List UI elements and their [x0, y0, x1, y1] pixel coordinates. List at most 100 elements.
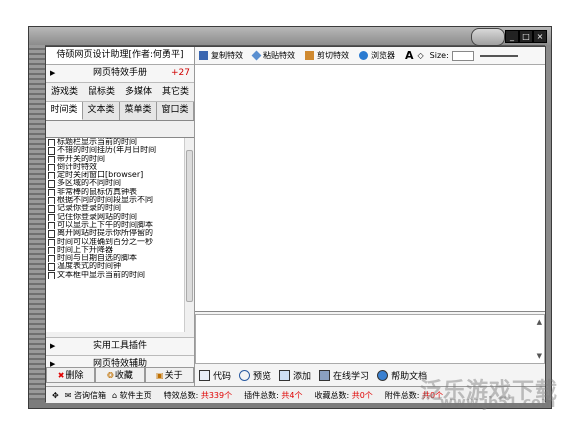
list-item[interactable]: 不错的时间挂历(年月日时间	[48, 146, 184, 155]
list-items: 标题栏显示当前的时间 不错的时间挂历(年月日时间 带开关的时间 倒计时特效 定时关闭窗口…	[48, 138, 184, 280]
list-item[interactable]: 时间与日期自选的脚本	[48, 254, 184, 263]
browser-icon	[359, 51, 368, 60]
document-icon	[48, 172, 55, 180]
cut-effect-button[interactable]: 剪切特效	[305, 50, 349, 61]
tab-menu[interactable]: 菜单类	[120, 102, 157, 120]
list-item-label: 时间上下升降器	[57, 245, 113, 254]
list-item-label: 标题栏显示当前的时间	[57, 138, 137, 146]
browser-button[interactable]: 浏览器	[359, 50, 395, 61]
list-scrollbar[interactable]	[184, 138, 194, 332]
mail-label: 咨询信箱	[73, 390, 106, 400]
tab-add[interactable]: 添加	[279, 369, 311, 382]
minimize-button[interactable]: _	[505, 30, 519, 43]
list-item[interactable]: 非常棒的鼠标仿真钟表	[48, 188, 184, 197]
document-icon	[48, 221, 55, 230]
client-area: 侍硕网页设计助理[作者:何勇平] ▶ 网页特效手册 +27 游戏类 鼠标类 多媒…	[45, 46, 546, 403]
close-button[interactable]: ×	[533, 30, 547, 43]
list-item[interactable]: 温度表式的时间钟	[48, 262, 184, 271]
section-tools[interactable]: ▶ 实用工具插件	[46, 337, 194, 356]
list-item-label: 多区域的不同时间	[57, 179, 121, 188]
list-item[interactable]: 根据不同的时间段显示不同	[48, 196, 184, 205]
list-item-label: 时间可以准确到百分之一秒	[57, 237, 153, 246]
window-left-frame	[29, 45, 45, 408]
category-other[interactable]: 其它类	[162, 83, 189, 101]
list-item[interactable]: 文本框中显示当前的时间	[48, 271, 184, 280]
learn-icon	[319, 370, 331, 381]
window-logo-icon	[471, 28, 505, 46]
document-icon	[48, 147, 55, 155]
home-label: 软件主页	[119, 390, 152, 400]
list-item[interactable]: 定时关闭窗口[browser]	[48, 171, 184, 180]
document-icon	[48, 163, 55, 172]
list-item[interactable]: 离开网站时提示你所停留的	[48, 229, 184, 238]
list-item-label: 根据不同的时间段显示不同	[57, 196, 153, 205]
list-item-label: 记住你登录网站的时间	[57, 212, 137, 221]
list-item-label: 离开网站时提示你所停留的	[57, 229, 153, 238]
document-icon	[48, 271, 55, 280]
document-icon	[48, 180, 55, 188]
list-item-label: 可以显示上下午的时间脚本	[57, 220, 153, 229]
list-item[interactable]: 倒计时特效	[48, 163, 184, 172]
scroll-down-icon[interactable]: ▼	[537, 352, 542, 360]
paste-icon	[251, 50, 262, 61]
eraser-icon[interactable]: ◇	[418, 51, 424, 60]
list-item-label: 定时关闭窗口[browser]	[57, 171, 144, 180]
output-pane[interactable]: ▲ ▼	[195, 314, 545, 364]
list-item[interactable]: 带开关的时间	[48, 155, 184, 163]
cut-label: 剪切特效	[317, 51, 349, 60]
scroll-up-icon[interactable]: ▲	[537, 318, 542, 326]
list-item[interactable]: 记住你登录网站的时间	[48, 213, 184, 221]
delete-button[interactable]: ✖删除	[46, 367, 96, 383]
list-item[interactable]: 时间可以准确到百分之一秒	[48, 238, 184, 246]
size-input[interactable]	[451, 50, 474, 61]
effects-total: 特效总数: 共339个	[164, 390, 233, 401]
category-tabs: 时间类 文本类 菜单类 窗口类	[46, 102, 194, 121]
category-game[interactable]: 游戏类	[51, 83, 78, 101]
tab-learn-online[interactable]: 在线学习	[319, 369, 369, 382]
document-icon	[48, 139, 55, 147]
tab-code[interactable]: 代码	[199, 369, 231, 382]
list-item[interactable]: 记录你登录的时间	[48, 204, 184, 213]
list-item[interactable]: 时间上下升降器	[48, 245, 184, 255]
title-bar[interactable]: _ □ ×	[29, 27, 551, 46]
list-item-label: 时间与日期自选的脚本	[57, 254, 137, 263]
attachments-total-label: 附件总数:	[384, 390, 420, 400]
category-media[interactable]: 多媒体	[125, 83, 152, 101]
tab-preview[interactable]: 预览	[239, 369, 271, 382]
tab-window[interactable]: 窗口类	[157, 102, 194, 120]
font-button[interactable]: A	[405, 49, 414, 62]
tab-text[interactable]: 文本类	[83, 102, 120, 120]
document-icon	[48, 255, 55, 263]
tab-time[interactable]: 时间类	[46, 102, 83, 120]
size-label: Size:	[429, 51, 449, 60]
help-icon	[377, 370, 389, 381]
size-slider[interactable]	[479, 54, 518, 57]
list-item[interactable]: 多区域的不同时间	[48, 179, 184, 188]
scrollbar-thumb[interactable]	[186, 150, 193, 302]
delete-label: 删除	[65, 371, 84, 381]
document-icon	[48, 205, 55, 213]
section-effects-manual[interactable]: ▶ 网页特效手册 +27	[46, 65, 194, 83]
code-editor[interactable]	[195, 65, 545, 312]
favorite-button[interactable]: ❂收藏	[95, 367, 145, 383]
effects-toolbar: 复制特效 粘贴特效 剪切特效 浏览器 A ◇ Size:	[195, 47, 545, 65]
maximize-button[interactable]: □	[519, 30, 533, 43]
list-item-label: 带开关的时间	[57, 154, 105, 163]
category-mouse[interactable]: 鼠标类	[88, 83, 115, 101]
list-item-label: 温度表式的时间钟	[57, 262, 121, 271]
about-button[interactable]: ▣关于	[144, 367, 194, 383]
magnifier-icon	[239, 370, 251, 381]
paste-effect-button[interactable]: 粘贴特效	[251, 50, 295, 61]
favorites-total: 收藏总数: 共0个	[314, 390, 372, 401]
copy-effect-button[interactable]: 复制特效	[199, 50, 243, 61]
code-icon	[199, 370, 210, 381]
document-icon	[48, 188, 55, 197]
document-icon	[48, 213, 55, 221]
list-item[interactable]: 标题栏显示当前的时间	[48, 138, 184, 147]
home-link[interactable]: ⌂ 软件主页	[112, 390, 152, 401]
triangle-right-icon: ▶	[50, 342, 56, 350]
site-watermark-url: www.jb51.com	[440, 395, 556, 411]
mail-link[interactable]: ✉ 咨询信箱	[65, 390, 106, 401]
list-item[interactable]: 可以显示上下午的时间脚本	[48, 220, 184, 230]
panel-title: 侍硕网页设计助理[作者:何勇平]	[46, 47, 194, 65]
